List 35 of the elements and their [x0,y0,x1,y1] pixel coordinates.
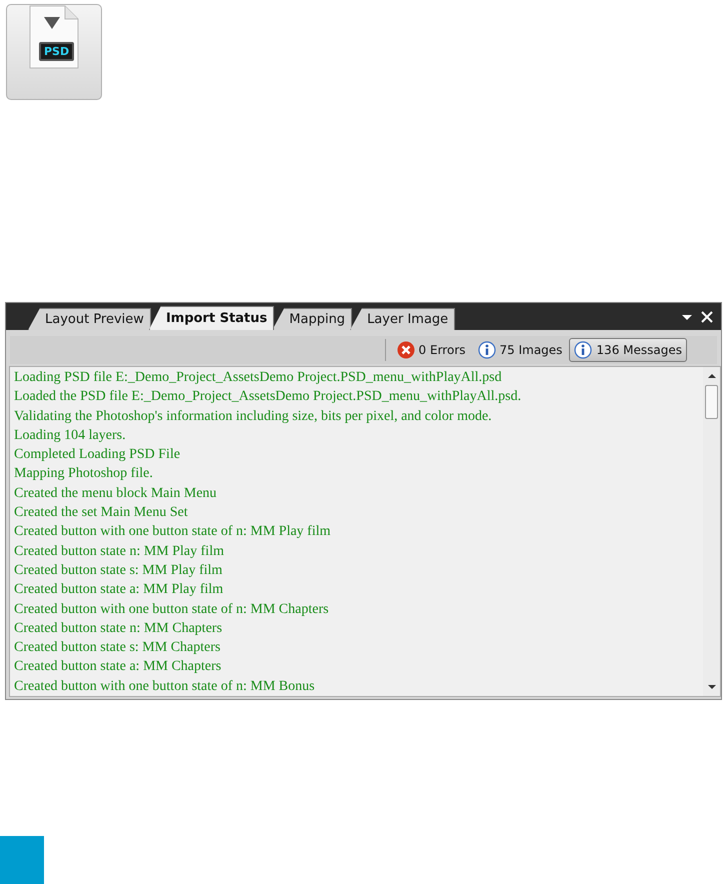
tab[interactable]: Layer Image [350,308,456,330]
log-line: Validating the Photoshop's information including size, bits per pixel, and color mode. [14,408,493,426]
log-line: Created button with one button state of n: MM Play film [14,523,332,542]
filter-button[interactable]: 75 Images [472,338,568,362]
log-line: Mapping Photoshop file. [14,465,154,484]
log-line: Created button state n: MM Play film [14,542,225,561]
log-line: Created the set Main Menu Set [14,504,189,522]
scroll-thumb[interactable] [705,384,718,419]
log-line: Created button with one button state of n: MM Bonus [14,678,316,696]
scrollbar[interactable] [703,366,720,696]
psd-import-button[interactable]: PSD [6,4,102,100]
info-icon [478,340,496,359]
corner-tile [0,836,44,884]
log-line: Created button state a: MM Chapters [14,658,222,676]
log-line: Created button with one button state of n: MM Chapters [14,600,330,619]
filter-button[interactable]: 0 Errors [392,338,470,362]
psd-label: PSD [39,42,74,61]
log-line: Completed Loading PSD File [14,446,182,464]
log-line: Created button state n: MM Chapters [14,620,224,638]
tab[interactable]: Layout Preview [28,308,151,330]
error-icon [396,340,415,359]
tab[interactable]: Mapping [272,308,352,330]
log-line: Loaded the PSD file E:_Demo_Project_AssetsDemo Project.PSD_menu_withPlayAll.psd. [14,388,522,406]
scroll-down-icon[interactable] [708,684,716,690]
close-icon[interactable] [701,310,713,323]
info-icon [574,340,592,359]
log-line: Created button state a: MM Play film [14,581,224,600]
filter-button[interactable]: 136 Messages [569,338,687,362]
log-line: Created the menu block Main Menu [14,484,218,503]
scroll-up-icon[interactable] [708,372,716,379]
log-line: Created button state s: MM Chapters [14,639,222,658]
log-line: Loading PSD file E:_Demo_Project_AssetsDemo Project.PSD_menu_withPlayAll.psd [14,368,503,387]
log-line: Loading 104 layers. [14,426,127,445]
tab[interactable]: Import Status [148,306,274,330]
log-line: Created button state s: MM Play film [14,562,224,580]
